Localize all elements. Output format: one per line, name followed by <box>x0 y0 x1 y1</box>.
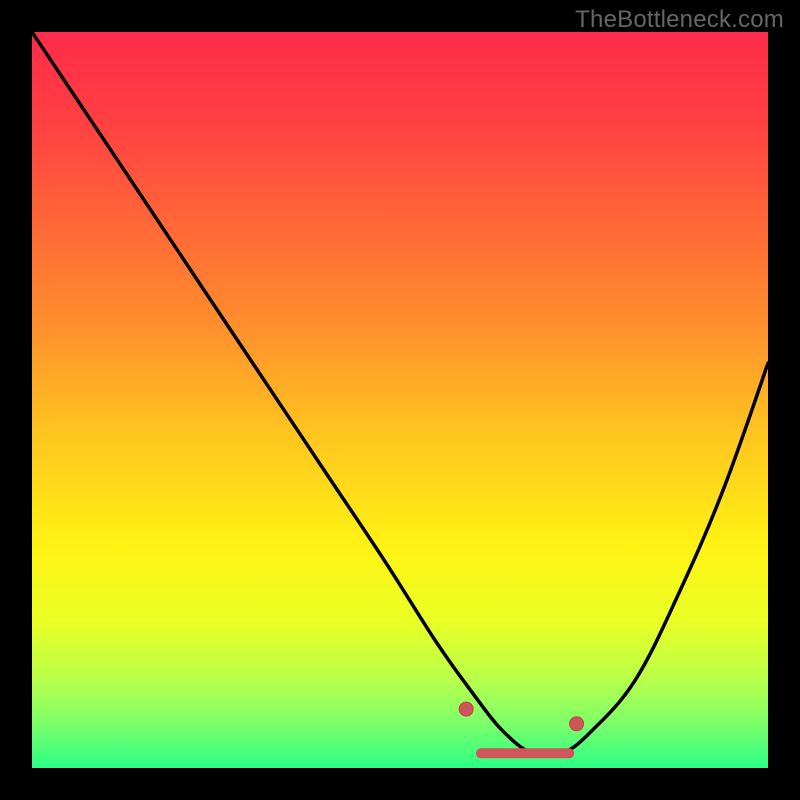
marker-dot <box>570 717 584 731</box>
marker-dot <box>459 702 473 716</box>
bottleneck-curve <box>32 32 768 756</box>
chart-frame <box>32 32 768 768</box>
chart-svg <box>32 32 768 768</box>
watermark-text: TheBottleneck.com <box>575 6 784 34</box>
marker-dots <box>459 702 583 731</box>
